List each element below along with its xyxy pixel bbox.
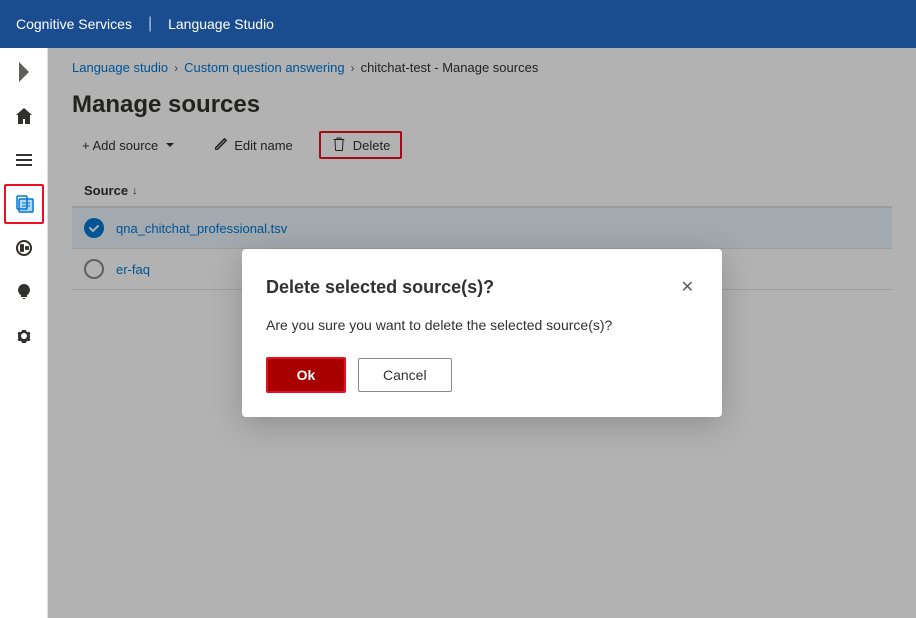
sidebar-item-home[interactable] bbox=[4, 96, 44, 136]
dialog-close-button[interactable]: ✕ bbox=[677, 273, 698, 301]
dialog-title: Delete selected source(s)? bbox=[266, 277, 494, 298]
dialog-footer: Ok Cancel bbox=[266, 357, 698, 393]
sidebar-item-projects[interactable] bbox=[4, 140, 44, 180]
dialog-header: Delete selected source(s)? ✕ bbox=[266, 273, 698, 301]
topbar-divider: | bbox=[148, 15, 152, 33]
sidebar-item-insights[interactable] bbox=[4, 272, 44, 312]
modal-overlay: Delete selected source(s)? ✕ Are you sur… bbox=[48, 48, 916, 618]
sidebar-item-knowledge-base[interactable] bbox=[4, 184, 44, 224]
cancel-button[interactable]: Cancel bbox=[358, 358, 452, 392]
sidebar bbox=[0, 48, 48, 618]
sidebar-item-deploy[interactable] bbox=[4, 228, 44, 268]
topbar: Cognitive Services | Language Studio bbox=[0, 0, 916, 48]
main-layout: Language studio › Custom question answer… bbox=[0, 48, 916, 618]
main-content: Language studio › Custom question answer… bbox=[48, 48, 916, 618]
delete-dialog: Delete selected source(s)? ✕ Are you sur… bbox=[242, 249, 722, 417]
product-label: Language Studio bbox=[168, 16, 274, 32]
dialog-body: Are you sure you want to delete the sele… bbox=[266, 317, 698, 333]
sidebar-item-settings[interactable] bbox=[4, 316, 44, 356]
ok-button[interactable]: Ok bbox=[266, 357, 346, 393]
brand-label: Cognitive Services bbox=[16, 16, 132, 32]
sidebar-collapse-button[interactable] bbox=[4, 56, 44, 88]
